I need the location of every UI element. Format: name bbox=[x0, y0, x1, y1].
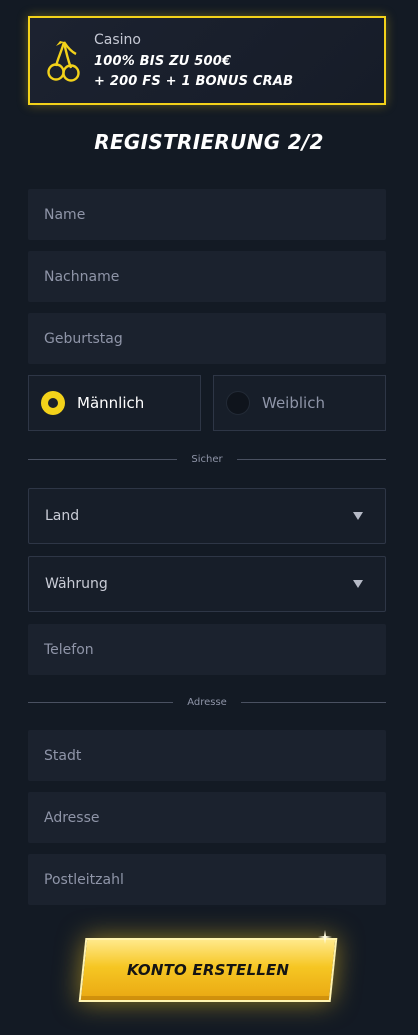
street-field[interactable]: Adresse bbox=[28, 792, 386, 843]
cherry-icon bbox=[47, 41, 80, 82]
phone-field[interactable]: Telefon bbox=[28, 624, 386, 675]
section-divider-address: Adresse bbox=[28, 694, 387, 710]
country-select[interactable]: Land bbox=[28, 488, 386, 544]
create-account-button[interactable]: KONTO ERSTELLEN bbox=[78, 938, 338, 1002]
country-label: Land bbox=[45, 508, 80, 524]
divider-line bbox=[240, 701, 387, 703]
section-divider-secure: Sicher bbox=[28, 451, 387, 467]
page-title: REGISTRIERUNG 2/2 bbox=[94, 130, 324, 154]
currency-label: Währung bbox=[45, 576, 108, 592]
lastname-field[interactable]: Nachname bbox=[28, 251, 386, 302]
sparkle-icon bbox=[318, 930, 332, 944]
city-field[interactable]: Stadt bbox=[28, 730, 386, 781]
zip-field[interactable]: Postleitzahl bbox=[28, 854, 386, 905]
gender-female-option[interactable]: Weiblich bbox=[213, 375, 386, 431]
banner-category: Casino bbox=[94, 32, 141, 48]
radio-unselected-icon[interactable] bbox=[226, 391, 250, 415]
gender-male-label: Männlich bbox=[77, 394, 145, 412]
divider-line bbox=[28, 458, 178, 460]
zip-placeholder: Postleitzahl bbox=[44, 871, 124, 888]
gender-female-label: Weiblich bbox=[262, 394, 325, 412]
chevron-down-icon bbox=[353, 512, 363, 520]
banner-offer-line1: 100% BIS ZU 500€ bbox=[94, 54, 232, 69]
gender-male-option[interactable]: Männlich bbox=[28, 375, 201, 431]
divider-line bbox=[236, 458, 387, 460]
street-placeholder: Adresse bbox=[44, 809, 100, 826]
create-account-label: KONTO ERSTELLEN bbox=[126, 961, 290, 979]
radio-selected-icon[interactable] bbox=[41, 391, 65, 415]
banner-offer-line2: + 200 FS + 1 BONUS CRAB bbox=[94, 74, 294, 89]
name-placeholder: Name bbox=[44, 206, 86, 223]
chevron-down-icon bbox=[353, 580, 363, 588]
birthday-field[interactable]: Geburtstag bbox=[28, 313, 386, 364]
divider-label: Sicher bbox=[191, 453, 223, 465]
name-field[interactable]: Name bbox=[28, 189, 386, 240]
city-placeholder: Stadt bbox=[44, 747, 82, 764]
bonus-banner[interactable]: Casino 100% BIS ZU 500€ + 200 FS + 1 BON… bbox=[28, 16, 386, 105]
birthday-placeholder: Geburtstag bbox=[44, 330, 123, 347]
lastname-placeholder: Nachname bbox=[44, 268, 120, 285]
currency-select[interactable]: Währung bbox=[28, 556, 386, 612]
divider-line bbox=[28, 701, 174, 703]
divider-label: Adresse bbox=[187, 696, 227, 708]
phone-placeholder: Telefon bbox=[44, 641, 94, 658]
